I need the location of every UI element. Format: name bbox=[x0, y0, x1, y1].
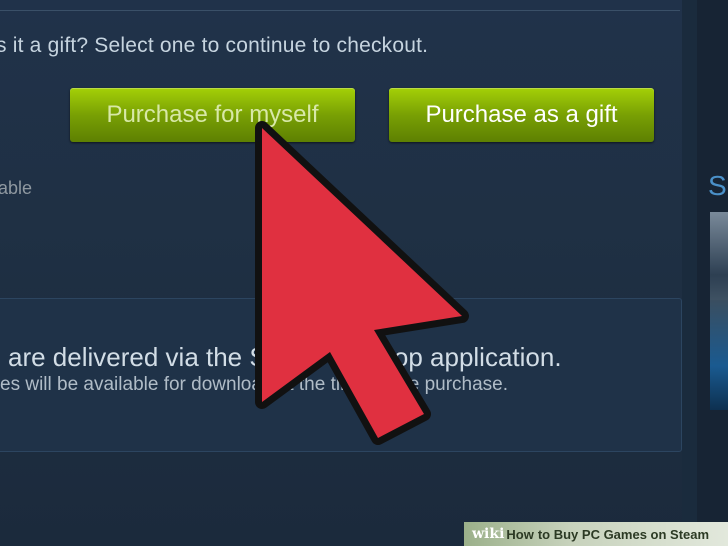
wikihow-banner: wiki How to Buy PC Games on Steam bbox=[464, 522, 728, 546]
banner-wiki-text: wiki bbox=[472, 526, 505, 542]
steam-checkout-page: s it a gift? Select one to continue to c… bbox=[0, 0, 728, 546]
side-panel-thumbnail-lower bbox=[710, 300, 728, 410]
banner-how-text: How bbox=[506, 526, 534, 542]
divider bbox=[0, 10, 680, 11]
purchase-as-gift-button[interactable]: Purchase as a gift bbox=[389, 88, 654, 142]
availability-text: able bbox=[0, 178, 33, 198]
gift-question-text: s it a gift? Select one to continue to c… bbox=[0, 34, 429, 57]
arrow-cursor-icon bbox=[255, 121, 469, 445]
purchase-for-myself-button[interactable]: Purchase for myself bbox=[70, 88, 355, 142]
banner-title-text: to Buy PC Games on Steam bbox=[537, 526, 710, 542]
side-panel-gutter bbox=[682, 0, 697, 546]
side-panel-heading: S bbox=[708, 170, 727, 201]
delivery-sub-text: es will be available for download at the… bbox=[0, 374, 509, 395]
delivery-main-text: are delivered via the Steam desktop appl… bbox=[8, 342, 562, 372]
